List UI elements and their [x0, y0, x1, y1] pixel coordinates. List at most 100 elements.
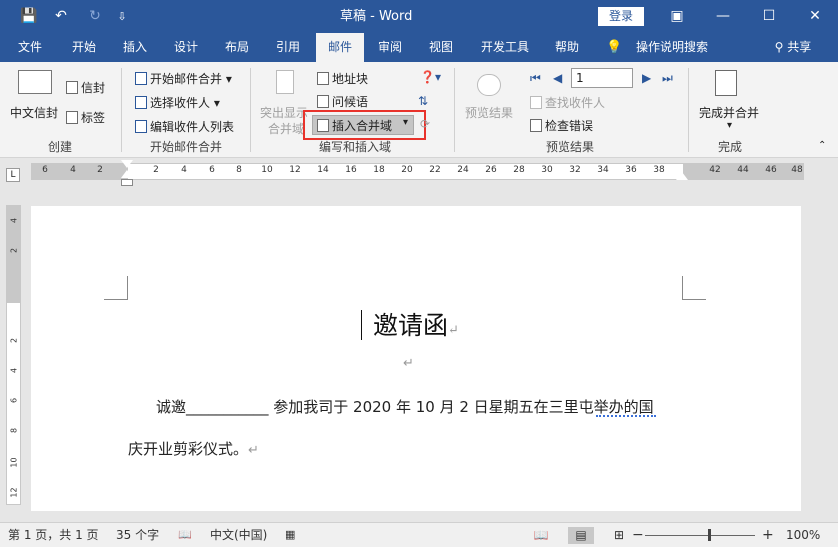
ribbon-display-icon[interactable]: ▣ [654, 0, 700, 33]
address-block-button[interactable]: 地址块 [317, 70, 368, 87]
edit-list-label: 编辑收件人列表 [150, 120, 235, 134]
maximize-button[interactable]: ☐ [746, 0, 792, 33]
ruler-number: 2 [97, 165, 103, 175]
record-input[interactable]: 1 [571, 68, 633, 88]
finish-merge-icon [715, 70, 737, 96]
ruler-number: 4 [70, 165, 76, 175]
separator [250, 68, 251, 152]
close-button[interactable]: ✕ [792, 0, 838, 33]
word-count[interactable]: 35 个字 [116, 523, 159, 547]
ruler-number: 26 [485, 165, 497, 175]
web-layout-icon[interactable]: ⊞ [606, 527, 632, 544]
login-button[interactable]: 登录 [598, 7, 644, 26]
chinese-envelope-button[interactable]: 中文信封 [10, 104, 58, 121]
macro-record-icon[interactable]: ▦ [285, 523, 295, 547]
ruler-number: 20 [401, 165, 413, 175]
tab-developer[interactable]: 开发工具 [473, 33, 537, 62]
last-record-icon[interactable]: ⏭ [662, 71, 673, 86]
invitation-paragraph-line1: 诚邀___________ 参加我司于 2020 年 10 月 2 日星期五在三… [156, 398, 654, 416]
envelope-small-icon [66, 81, 78, 94]
title-bar: 💾 ↶ ↻ ⇩ 草稿 - Word 登录 ▣ — ☐ ✕ [0, 0, 838, 33]
zoom-level[interactable]: 100% [786, 523, 820, 547]
tab-references[interactable]: 引用 [266, 33, 310, 62]
tell-me-search[interactable]: 操作说明搜索 [630, 33, 714, 62]
tab-view[interactable]: 视图 [419, 33, 463, 62]
envelopes-button[interactable]: 信封 [66, 79, 105, 96]
hanging-indent-marker[interactable] [121, 170, 133, 178]
first-line-indent-marker[interactable] [121, 160, 133, 168]
envelopes-label: 信封 [81, 81, 106, 95]
vruler-number: 8 [9, 427, 19, 434]
highlight-merge-fields-button[interactable]: 突出显示 [260, 104, 308, 121]
separator [454, 68, 455, 152]
edit-recipient-list-button[interactable]: 编辑收件人列表 [135, 118, 234, 135]
right-indent-marker[interactable] [676, 172, 688, 180]
find-recipient-label: 查找收件人 [545, 96, 606, 110]
proofing-icon[interactable]: 📖 [178, 523, 192, 547]
preview-results-icon [477, 74, 501, 96]
vruler-number: 2 [9, 337, 19, 344]
tab-home[interactable]: 开始 [62, 33, 106, 62]
ruler-number: 6 [209, 165, 215, 175]
undo-icon[interactable]: ↶ [50, 0, 72, 33]
recipients-icon [135, 96, 147, 109]
vruler-number: 6 [9, 397, 19, 404]
vruler-number: 4 [9, 367, 19, 374]
read-mode-icon[interactable]: 📖 [528, 527, 554, 544]
match-fields-icon[interactable]: ⇅ [418, 94, 428, 108]
language-indicator[interactable]: 中文(中国) [210, 523, 267, 547]
paragraph-mark: ↵ [448, 323, 459, 338]
zoom-slider[interactable] [645, 535, 755, 536]
select-recipients-button[interactable]: 选择收件人 ▾ [135, 94, 220, 111]
redo-icon[interactable]: ↻ [84, 0, 106, 33]
indent-markers[interactable] [121, 160, 133, 188]
save-icon[interactable]: 💾 [18, 0, 40, 33]
find-recipient-button[interactable]: 查找收件人 [530, 94, 605, 111]
spelling-underline [596, 415, 656, 417]
check-errors-button[interactable]: 检查错误 [530, 117, 593, 134]
preview-results-button[interactable]: 预览结果 [465, 104, 513, 121]
ruler-number: 30 [541, 165, 553, 175]
paragraph-line2-text: 庆开业剪彩仪式。 [128, 440, 249, 458]
finish-merge-dropdown-icon[interactable]: ▾ [727, 120, 732, 131]
previous-record-icon[interactable]: ◀ [553, 71, 562, 85]
finish-merge-button[interactable]: 完成并合并 [699, 104, 759, 121]
find-icon [530, 96, 542, 109]
horizontal-ruler[interactable]: 6 4 2 2 4 6 8 10 12 14 16 18 20 22 24 26… [31, 163, 804, 180]
labels-button[interactable]: 标签 [66, 109, 105, 126]
tab-review[interactable]: 审阅 [368, 33, 412, 62]
document-page[interactable]: 邀请函↵ ↵ 诚邀___________ 参加我司于 2020 年 10 月 2… [31, 206, 801, 511]
tab-selector[interactable]: L [6, 168, 20, 182]
minimize-button[interactable]: — [700, 0, 746, 33]
first-record-icon[interactable]: ⏮ [530, 71, 541, 86]
zoom-out-button[interactable]: − [632, 523, 644, 547]
vruler-number: 12 [9, 487, 19, 498]
left-indent-marker[interactable] [121, 179, 133, 186]
zoom-slider-thumb[interactable] [708, 529, 711, 541]
share-button[interactable]: ⚲ 共享 [770, 33, 816, 62]
ruler-number: 24 [457, 165, 469, 175]
vertical-ruler[interactable]: 4 2 2 4 6 8 10 12 [6, 205, 21, 505]
start-mail-merge-button[interactable]: 开始邮件合并 ▾ [135, 70, 232, 87]
greeting-line-button[interactable]: 问候语 [317, 93, 368, 110]
rules-icon[interactable]: ❓▾ [420, 70, 441, 84]
vertical-scrollbar[interactable] [818, 158, 838, 522]
empty-paragraph-mark: ↵ [403, 356, 414, 371]
print-layout-icon[interactable]: ▤ [568, 527, 594, 544]
update-labels-icon[interactable]: ⟳ [420, 117, 430, 131]
tab-insert[interactable]: 插入 [113, 33, 157, 62]
tab-layout[interactable]: 布局 [215, 33, 259, 62]
page-indicator[interactable]: 第 1 页，共 1 页 [8, 523, 99, 547]
next-record-icon[interactable]: ▶ [642, 71, 651, 85]
customize-toolbar-icon[interactable]: ⇩ [113, 0, 131, 33]
ruler-number: 2 [153, 165, 159, 175]
ruler-number: 10 [261, 165, 273, 175]
tab-help[interactable]: 帮助 [545, 33, 589, 62]
tab-mailings[interactable]: 邮件 [316, 33, 364, 62]
ruler-number: 44 [737, 165, 749, 175]
collapse-ribbon-icon[interactable]: ⌃ [818, 140, 826, 151]
group-label-write-insert: 编写和插入域 [318, 140, 391, 154]
tab-file[interactable]: 文件 [8, 33, 52, 62]
zoom-in-button[interactable]: + [762, 523, 774, 547]
tab-design[interactable]: 设计 [164, 33, 208, 62]
